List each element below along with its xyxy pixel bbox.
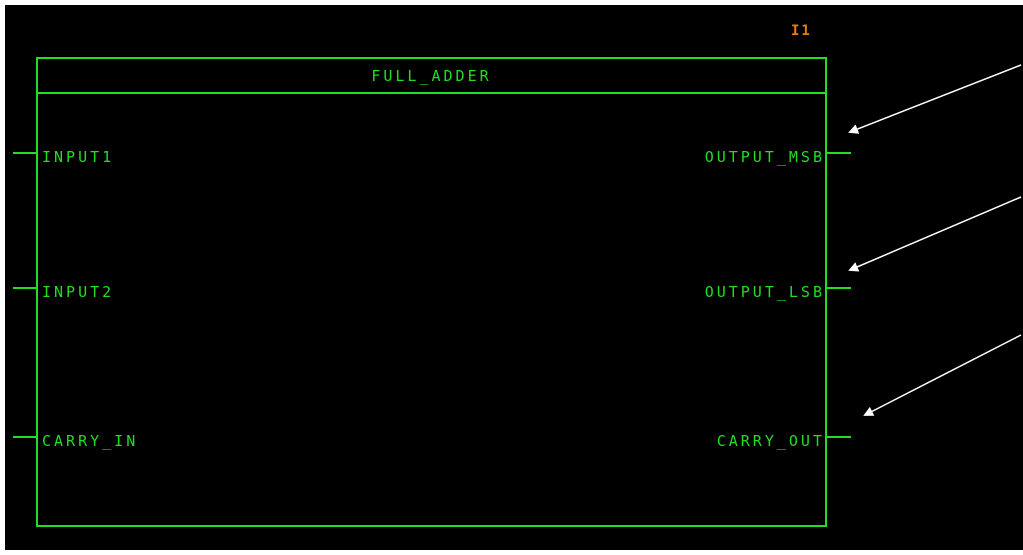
- arrow-to-output-msb: [848, 64, 1022, 134]
- schematic-canvas[interactable]: I1 FULL_ADDER INPUT1 INPUT2 CARRY_IN OUT…: [5, 5, 1023, 550]
- arrow-to-carry-out: [863, 334, 1022, 416]
- annotation-arrows: [848, 64, 1022, 416]
- arrow-to-output-lsb: [848, 196, 1022, 272]
